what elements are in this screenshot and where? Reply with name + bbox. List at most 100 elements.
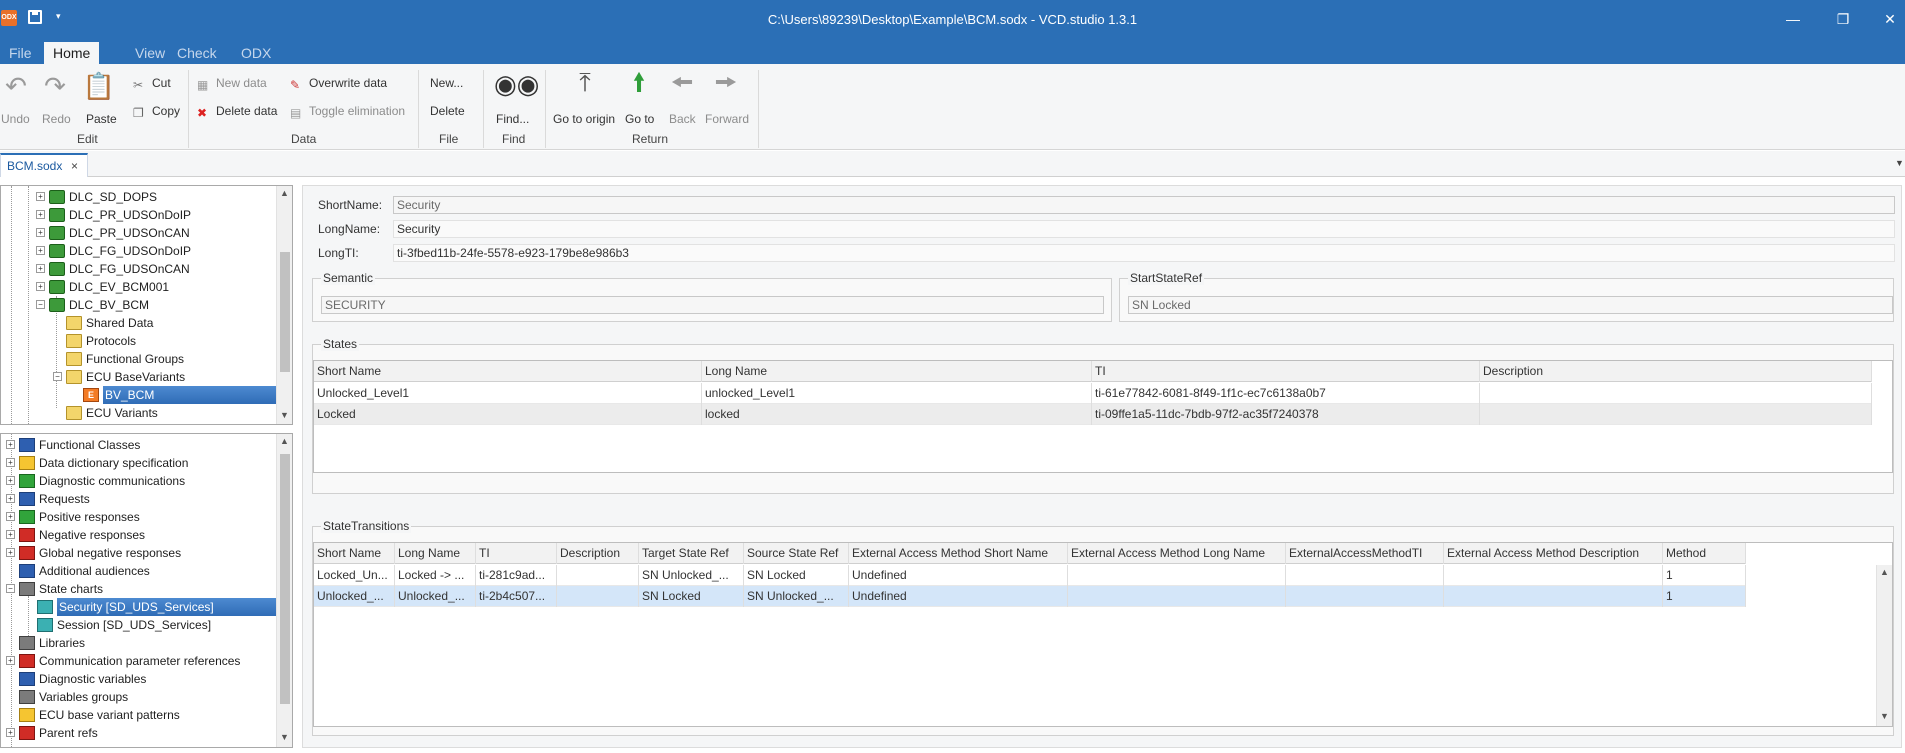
tree-item[interactable]: Additional audiences [39, 562, 150, 580]
restore-icon[interactable]: ❐ [1830, 6, 1856, 32]
tree-expander-icon[interactable]: + [6, 656, 15, 665]
tree-expander-icon[interactable]: − [6, 584, 15, 593]
tree-item[interactable]: ECU BaseVariants [86, 368, 185, 386]
table-row[interactable]: Unlocked_... Unlocked_... ti-2b4c507... SN … [314, 586, 1746, 607]
cut-button[interactable]: ✂ Cut [133, 76, 171, 92]
content-tree[interactable]: + Functional Classes + Data dictionary spec… [0, 433, 293, 748]
table-cell[interactable] [1286, 586, 1444, 607]
table-cell[interactable] [1480, 383, 1872, 404]
transitions-scrollbar[interactable]: ▲ ▼ [1876, 565, 1892, 726]
table-cell[interactable]: Undefined [849, 565, 1068, 586]
delete-button[interactable]: Delete [430, 104, 465, 118]
table-cell[interactable] [1068, 565, 1286, 586]
redo-button[interactable]: Redo [42, 112, 71, 126]
undo-button[interactable]: Undo [1, 112, 30, 126]
column-header[interactable]: Short Name [314, 361, 702, 382]
tree-expander-icon[interactable]: + [36, 246, 45, 255]
table-row[interactable]: Locked locked ti-09ffe1a5-11dc-7bdb-97f2-a… [314, 404, 1872, 425]
column-header[interactable]: TI [1092, 361, 1480, 382]
close-tab-icon[interactable]: × [71, 159, 78, 173]
tree-expander-icon[interactable]: + [6, 494, 15, 503]
forward-button[interactable]: Forward [705, 112, 749, 126]
long-name-field[interactable]: Security [393, 220, 1895, 238]
tree-item[interactable]: ECU base variant patterns [39, 706, 180, 724]
start-state-ref-field[interactable]: SN Locked [1128, 296, 1893, 314]
table-cell[interactable]: Locked [314, 404, 702, 425]
close-icon[interactable]: ✕ [1877, 6, 1903, 32]
table-cell[interactable]: locked [702, 404, 1092, 425]
table-cell[interactable]: 1 [1663, 565, 1746, 586]
tree-item[interactable]: State charts [39, 580, 103, 598]
tree-item[interactable]: Positive responses [39, 508, 140, 526]
table-cell[interactable] [1286, 565, 1444, 586]
tree-item[interactable]: Diagnostic variables [39, 670, 146, 688]
column-header[interactable]: Source State Ref [744, 543, 849, 564]
new-data-button[interactable]: ▦ New data [197, 76, 267, 92]
short-name-field[interactable]: Security [393, 196, 1895, 214]
column-header[interactable]: External Access Method Long Name [1068, 543, 1286, 564]
table-cell[interactable] [1480, 404, 1872, 425]
delete-data-button[interactable]: ✖ Delete data [197, 104, 277, 120]
table-cell[interactable]: 1 [1663, 586, 1746, 607]
tree-expander-icon[interactable]: + [6, 458, 15, 467]
table-cell[interactable]: Unlocked_... [395, 586, 476, 607]
tab-view[interactable]: View [126, 42, 174, 64]
tree-item[interactable]: Session [SD_UDS_Services] [57, 616, 211, 634]
tree-expander-icon[interactable]: + [6, 512, 15, 521]
table-cell[interactable]: unlocked_Level1 [702, 383, 1092, 404]
table-cell[interactable] [557, 586, 639, 607]
go-to-button[interactable]: Go to [625, 112, 654, 126]
table-cell[interactable] [1068, 586, 1286, 607]
column-header[interactable]: Description [1480, 361, 1872, 382]
table-cell[interactable]: ti-2b4c507... [476, 586, 557, 607]
tab-file[interactable]: File [0, 42, 41, 64]
tree-item[interactable]: BV_BCM [103, 386, 276, 404]
paste-button[interactable]: Paste [86, 112, 117, 126]
tree-item[interactable]: DLC_PR_UDSOnCAN [69, 224, 190, 242]
column-header[interactable]: ExternalAccessMethodTI [1286, 543, 1444, 564]
semantic-field[interactable]: SECURITY [321, 296, 1104, 314]
tree-item[interactable]: Data dictionary specification [39, 454, 188, 472]
table-cell[interactable]: SN Unlocked_... [639, 565, 744, 586]
tree-item[interactable]: Diagnostic communications [39, 472, 185, 490]
column-header[interactable]: External Access Method Short Name [849, 543, 1068, 564]
long-ti-field[interactable]: ti-3fbed11b-24fe-5578-e923-179be8e986b3 [393, 244, 1895, 262]
find-button[interactable]: Find... [496, 112, 529, 126]
tree-expander-icon[interactable]: − [36, 300, 45, 309]
content-tree-scrollbar-thumb[interactable] [280, 454, 290, 704]
column-header[interactable]: Target State Ref [639, 543, 744, 564]
tree-item[interactable]: DLC_EV_BCM001 [69, 278, 169, 296]
table-cell[interactable]: ti-09ffe1a5-11dc-7bdb-97f2-ac35f7240378 [1092, 404, 1480, 425]
tree-item[interactable]: Functional Groups [86, 350, 184, 368]
table-cell[interactable]: Undefined [849, 586, 1068, 607]
tree-expander-icon[interactable]: + [36, 228, 45, 237]
tab-check[interactable]: Check [168, 42, 226, 64]
column-header[interactable]: Long Name [702, 361, 1092, 382]
document-tab[interactable]: BCM.sodx × [0, 153, 88, 177]
table-cell[interactable] [557, 565, 639, 586]
tree-expander-icon[interactable]: − [53, 372, 62, 381]
states-grid[interactable]: Short Name Long Name TI Description Unlocked… [313, 360, 1893, 473]
tree-item[interactable]: Protocols [86, 332, 136, 350]
tree-item[interactable]: Requests [39, 490, 90, 508]
state-transitions-grid[interactable]: ▲ ▼ Short Name Long Name TI Description Targ… [313, 542, 1893, 727]
tree-expander-icon[interactable]: + [36, 282, 45, 291]
tree-item[interactable]: Security [SD_UDS_Services] [57, 598, 276, 616]
overwrite-data-button[interactable]: ✎ Overwrite data [290, 76, 387, 92]
tree-item[interactable]: Communication parameter references [39, 652, 240, 670]
tree-item[interactable]: ECU Variants [86, 404, 158, 422]
column-header[interactable]: Short Name [314, 543, 395, 564]
tree-item[interactable]: DLC_PR_UDSOnDoIP [69, 206, 191, 224]
table-cell[interactable]: ti-61e77842-6081-8f49-1f1c-ec7c6138a0b7 [1092, 383, 1480, 404]
tree-item[interactable]: Functional Classes [39, 436, 140, 454]
copy-button[interactable]: ❐ Copy [133, 104, 180, 120]
table-cell[interactable]: SN Locked [744, 565, 849, 586]
column-header[interactable]: Description [557, 543, 639, 564]
tree-expander-icon[interactable]: + [6, 530, 15, 539]
tab-home[interactable]: Home [44, 42, 100, 64]
tree-item[interactable]: Libraries [39, 634, 85, 652]
content-tree-scrollbar[interactable]: ▲ ▼ [276, 434, 292, 747]
table-cell[interactable]: ti-281c9ad... [476, 565, 557, 586]
tree-item[interactable]: Shared Data [86, 314, 153, 332]
tree-item[interactable]: Variables groups [39, 688, 128, 706]
